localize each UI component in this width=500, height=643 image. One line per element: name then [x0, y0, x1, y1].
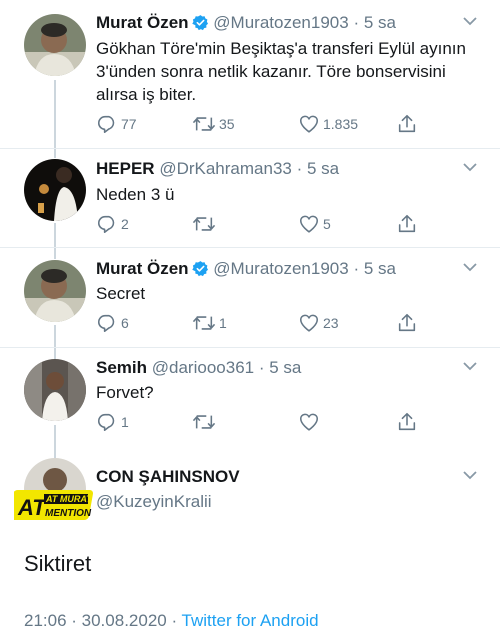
share-icon — [398, 214, 416, 233]
like-button[interactable]: 1.835 — [298, 112, 358, 136]
retweet-button[interactable] — [192, 410, 219, 434]
retweet-count: 35 — [219, 116, 235, 132]
reply-button[interactable]: 1 — [96, 410, 129, 434]
tweet-actions: 77 35 1.835 — [96, 112, 426, 136]
share-icon — [398, 114, 416, 133]
separator-dot: · — [353, 13, 360, 32]
like-button[interactable] — [298, 410, 323, 434]
retweet-button[interactable]: 35 — [192, 112, 235, 136]
reply-button[interactable]: 77 — [96, 112, 137, 136]
main-tweet-text: Siktiret — [24, 551, 92, 576]
divider — [0, 347, 500, 348]
heart-icon — [299, 215, 319, 233]
share-button[interactable] — [396, 112, 418, 136]
divider — [0, 247, 500, 248]
share-icon — [398, 412, 416, 431]
reply-count: 6 — [121, 315, 129, 331]
user-handle[interactable]: @KuzeyinKralii — [96, 492, 212, 511]
chevron-down-icon[interactable] — [462, 359, 478, 377]
tweet-timestamp[interactable]: 21:06 · 30.08.2020 · — [24, 611, 177, 630]
client-link[interactable]: Twitter for Android — [182, 611, 319, 630]
reply-count: 77 — [121, 116, 137, 132]
chevron-down-icon[interactable] — [462, 468, 478, 486]
user-handle[interactable]: @dariooo361 — [152, 358, 254, 377]
retweet-icon — [192, 217, 216, 231]
svg-text:MENTION: MENTION — [45, 508, 92, 519]
reply-button[interactable]: 6 — [96, 311, 129, 335]
like-count: 1.835 — [323, 116, 359, 132]
retweet-icon — [192, 415, 216, 429]
user-handle[interactable]: @Muratozen1903 — [213, 13, 348, 32]
tweet[interactable]: HEPER @DrKahraman33 · 5 sa Neden 3 ü 2 5 — [0, 158, 500, 243]
avatar[interactable] — [24, 14, 86, 76]
reply-icon — [97, 215, 115, 234]
tweet-text: Secret — [96, 284, 146, 303]
tweet-time[interactable]: 5 sa — [307, 159, 339, 178]
tweet[interactable]: Murat Özen @Muratozen1903 · 5 sa Secret … — [0, 258, 500, 343]
tweet[interactable]: Murat Özen @Muratozen1903 · 5 sa Gökhan … — [0, 12, 500, 147]
reply-count: 1 — [121, 414, 129, 430]
retweet-button[interactable]: 1 — [192, 311, 227, 335]
retweet-count: 1 — [219, 315, 227, 331]
tweet-text: Forvet? — [96, 383, 154, 402]
share-icon — [398, 313, 416, 332]
like-count: 23 — [323, 315, 339, 331]
reply-icon — [97, 314, 115, 333]
tweet-meta: 21:06 · 30.08.2020 · Twitter for Android — [24, 611, 319, 631]
display-name[interactable]: Murat Özen — [96, 259, 189, 278]
retweet-icon — [192, 117, 216, 131]
retweet-button[interactable] — [192, 212, 219, 236]
like-count: 5 — [323, 216, 331, 232]
display-name[interactable]: Murat Özen — [96, 13, 189, 32]
avatar[interactable] — [24, 260, 86, 322]
separator-dot: · — [353, 259, 360, 278]
avatar[interactable] — [24, 359, 86, 421]
separator-dot: · — [258, 358, 265, 377]
display-name[interactable]: HEPER — [96, 159, 155, 178]
svg-text:AT: AT — [17, 495, 47, 520]
chevron-down-icon[interactable] — [462, 14, 478, 32]
reply-count: 2 — [121, 216, 129, 232]
avatar[interactable] — [24, 159, 86, 221]
share-button[interactable] — [396, 311, 418, 335]
tweet-text: Neden 3 ü — [96, 185, 175, 204]
tweet-actions: 6 1 23 — [96, 311, 426, 335]
tweet-time[interactable]: 5 sa — [364, 13, 396, 32]
display-name[interactable]: Semih — [96, 358, 147, 377]
heart-icon — [299, 115, 319, 133]
like-button[interactable]: 23 — [298, 311, 339, 335]
user-handle[interactable]: @DrKahraman33 — [159, 159, 292, 178]
svg-text:AT MURAT: AT MURAT — [45, 494, 93, 504]
share-button[interactable] — [396, 212, 418, 236]
tweet-actions: 1 — [96, 410, 426, 434]
heart-icon — [299, 413, 319, 431]
divider — [0, 148, 500, 149]
chevron-down-icon[interactable] — [462, 260, 478, 278]
watermark-logo: AT AT MURAT MENTION — [9, 488, 94, 522]
reply-button[interactable]: 2 — [96, 212, 129, 236]
separator-dot: · — [296, 159, 303, 178]
verified-badge-icon — [191, 14, 209, 37]
tweet-time[interactable]: 5 sa — [364, 259, 396, 278]
user-handle[interactable]: @Muratozen1903 — [213, 259, 348, 278]
like-button[interactable]: 5 — [298, 212, 331, 236]
heart-icon — [299, 314, 319, 332]
share-button[interactable] — [396, 410, 418, 434]
reply-icon — [97, 115, 115, 134]
tweet-actions: 2 5 — [96, 212, 426, 236]
tweet-text: Gökhan Töre'min Beşiktaş'a transferi Eyl… — [96, 39, 466, 104]
retweet-icon — [192, 316, 216, 330]
tweet[interactable]: Semih @dariooo361 · 5 sa Forvet? 1 — [0, 357, 500, 442]
chevron-down-icon[interactable] — [462, 160, 478, 178]
tweet-time[interactable]: 5 sa — [269, 358, 301, 377]
display-name[interactable]: CON ŞAHINSNOV — [96, 467, 240, 486]
reply-icon — [97, 413, 115, 432]
verified-badge-icon — [191, 260, 209, 283]
